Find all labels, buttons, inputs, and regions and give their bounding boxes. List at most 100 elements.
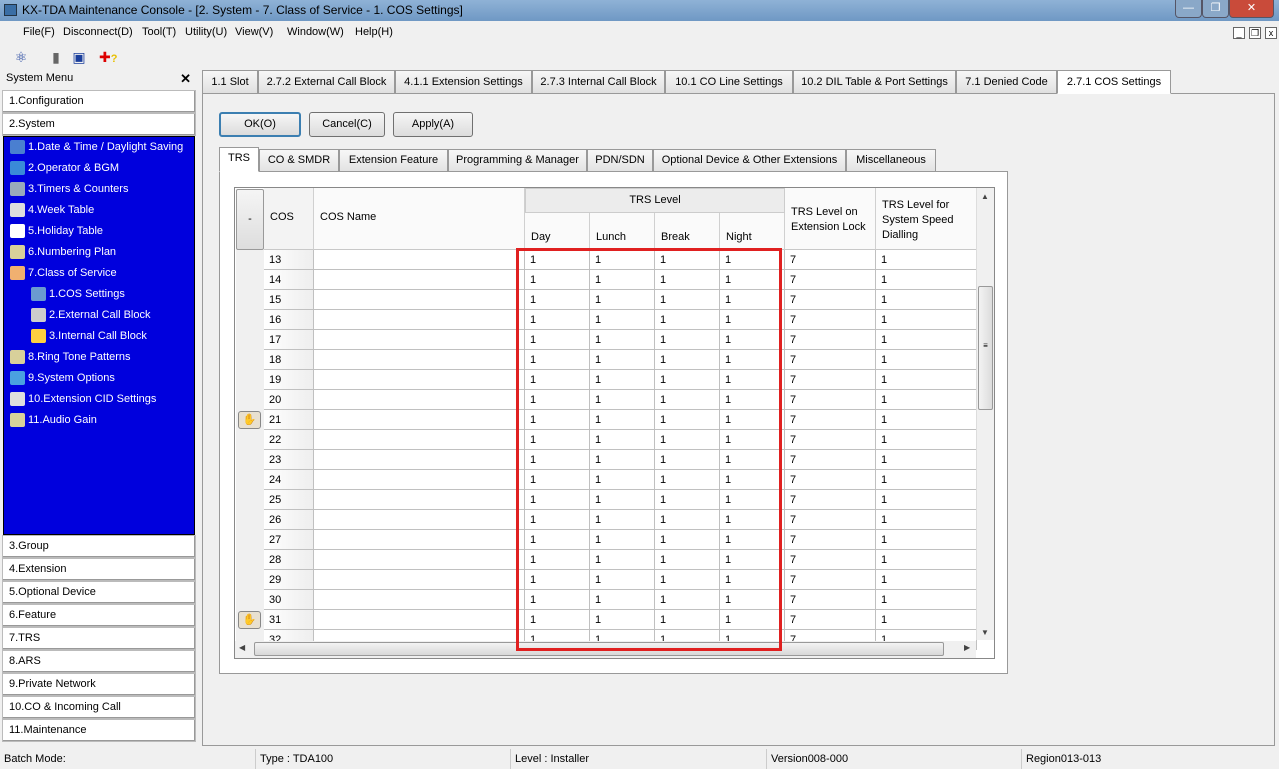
menu-file[interactable]: File(F) [23, 26, 55, 38]
menu-view[interactable]: View(V) [235, 26, 273, 38]
cell-speed[interactable]: 1 [876, 510, 977, 530]
cell-speed[interactable]: 1 [876, 250, 977, 270]
tab-optional-device-other-extensions[interactable]: Optional Device & Other Extensions [653, 149, 846, 172]
tab-co-smdr[interactable]: CO & SMDR [259, 149, 339, 172]
cell-name[interactable] [314, 450, 525, 470]
cell-lock[interactable]: 7 [785, 470, 876, 490]
tree-item-5-holiday-table[interactable]: 5.Holiday Table [10, 221, 103, 241]
tree-item-6-numbering-plan[interactable]: 6.Numbering Plan [10, 242, 116, 262]
sidebar-item-5-optional-device[interactable]: 5.Optional Device [2, 581, 196, 604]
tree-item-2-operator-bgm[interactable]: 2.Operator & BGM [10, 158, 119, 178]
tree-item-7-class-of-service[interactable]: 7.Class of Service [10, 263, 117, 283]
cell-name[interactable] [314, 410, 525, 430]
doc-tab-2-7-3-internal-call-block[interactable]: 2.7.3 Internal Call Block [532, 70, 665, 94]
cell-lock[interactable]: 7 [785, 530, 876, 550]
cell-lock[interactable]: 7 [785, 370, 876, 390]
apply-button[interactable]: Apply(A) [393, 112, 473, 137]
cell-speed[interactable]: 1 [876, 470, 977, 490]
cell-speed[interactable]: 1 [876, 310, 977, 330]
cell-name[interactable] [314, 610, 525, 630]
mdi-restore-button[interactable]: ❐ [1249, 27, 1261, 39]
tab-trs[interactable]: TRS [219, 147, 259, 172]
disconnect-icon[interactable]: ▮ [47, 48, 65, 66]
select-all-button[interactable]: - [236, 189, 264, 250]
sidebar-item-configuration[interactable]: 1.Configuration [2, 90, 196, 113]
vertical-scrollbar[interactable]: ▲ ≡ ▼ [976, 188, 994, 640]
cell-name[interactable] [314, 550, 525, 570]
sidebar-item-3-group[interactable]: 3.Group [2, 535, 196, 558]
doc-tab-4-1-1-extension-settings[interactable]: 4.1.1 Extension Settings [395, 70, 532, 94]
ok-button[interactable]: OK(O) [219, 112, 301, 137]
cell-lock[interactable]: 7 [785, 550, 876, 570]
cell-lock[interactable]: 7 [785, 590, 876, 610]
cell-name[interactable] [314, 330, 525, 350]
sidebar-item-8-ars[interactable]: 8.ARS [2, 650, 196, 673]
row-pointer-icon[interactable]: ✋ [238, 611, 261, 629]
cell-name[interactable] [314, 570, 525, 590]
cell-name[interactable] [314, 250, 525, 270]
help-icon[interactable]: ✚? [99, 48, 117, 66]
sidebar-item-11-maintenance[interactable]: 11.Maintenance [2, 719, 196, 742]
cell-lock[interactable]: 7 [785, 330, 876, 350]
tab-extension-feature[interactable]: Extension Feature [339, 149, 448, 172]
cell-speed[interactable]: 1 [876, 610, 977, 630]
tree-item-3-internal-call-block[interactable]: 3.Internal Call Block [31, 326, 147, 346]
cell-name[interactable] [314, 290, 525, 310]
menu-window[interactable]: Window(W) [287, 26, 344, 38]
monitor-icon[interactable]: ▣ [70, 48, 88, 66]
sidebar-item-9-private-network[interactable]: 9.Private Network [2, 673, 196, 696]
cell-lock[interactable]: 7 [785, 510, 876, 530]
cancel-button[interactable]: Cancel(C) [309, 112, 385, 137]
cell-speed[interactable]: 1 [876, 490, 977, 510]
cell-lock[interactable]: 7 [785, 350, 876, 370]
cell-lock[interactable]: 7 [785, 250, 876, 270]
sidebar-item-6-feature[interactable]: 6.Feature [2, 604, 196, 627]
tree-item-9-system-options[interactable]: 9.System Options [10, 368, 115, 388]
cell-lock[interactable]: 7 [785, 610, 876, 630]
cell-name[interactable] [314, 510, 525, 530]
cell-speed[interactable]: 1 [876, 330, 977, 350]
close-panel-icon[interactable]: ✕ [180, 69, 191, 88]
cell-lock[interactable]: 7 [785, 310, 876, 330]
cell-name[interactable] [314, 370, 525, 390]
cell-name[interactable] [314, 470, 525, 490]
mdi-close-button[interactable]: x [1265, 27, 1277, 39]
mdi-minimize-button[interactable]: _ [1233, 27, 1245, 39]
cell-lock[interactable]: 7 [785, 570, 876, 590]
menu-disconnect[interactable]: Disconnect(D) [63, 26, 133, 38]
tree-item-1-date-time-daylight-saving[interactable]: 1.Date & Time / Daylight Saving [10, 137, 183, 157]
cell-speed[interactable]: 1 [876, 590, 977, 610]
cell-speed[interactable]: 1 [876, 410, 977, 430]
connect-icon[interactable]: ⚛ [12, 48, 30, 66]
cell-speed[interactable]: 1 [876, 530, 977, 550]
menu-tool[interactable]: Tool(T) [142, 26, 176, 38]
doc-tab-7-1-denied-code[interactable]: 7.1 Denied Code [956, 70, 1057, 94]
doc-tab-2-7-2-external-call-block[interactable]: 2.7.2 External Call Block [258, 70, 395, 94]
sidebar-item-4-extension[interactable]: 4.Extension [2, 558, 196, 581]
cell-name[interactable] [314, 270, 525, 290]
tree-item-8-ring-tone-patterns[interactable]: 8.Ring Tone Patterns [10, 347, 131, 367]
cell-name[interactable] [314, 430, 525, 450]
vertical-scroll-thumb[interactable]: ≡ [978, 286, 993, 410]
doc-tab-2-7-1-cos-settings[interactable]: 2.7.1 COS Settings [1057, 70, 1171, 94]
tree-item-1-cos-settings[interactable]: 1.COS Settings [31, 284, 125, 304]
row-pointer-icon[interactable]: ✋ [238, 411, 261, 429]
cell-speed[interactable]: 1 [876, 270, 977, 290]
tab-pdn-sdn[interactable]: PDN/SDN [587, 149, 653, 172]
menu-help[interactable]: Help(H) [355, 26, 393, 38]
cell-name[interactable] [314, 490, 525, 510]
cell-speed[interactable]: 1 [876, 370, 977, 390]
cell-name[interactable] [314, 350, 525, 370]
menu-utility[interactable]: Utility(U) [185, 26, 227, 38]
cell-name[interactable] [314, 590, 525, 610]
doc-tab-10-2-dil-table-port-settings[interactable]: 10.2 DIL Table & Port Settings [793, 70, 956, 94]
cell-name[interactable] [314, 310, 525, 330]
cell-speed[interactable]: 1 [876, 390, 977, 410]
cell-lock[interactable]: 7 [785, 270, 876, 290]
cell-speed[interactable]: 1 [876, 550, 977, 570]
cell-speed[interactable]: 1 [876, 350, 977, 370]
cell-lock[interactable]: 7 [785, 450, 876, 470]
cell-name[interactable] [314, 390, 525, 410]
maximize-button[interactable]: ❐ [1202, 0, 1229, 18]
doc-tab-10-1-co-line-settings[interactable]: 10.1 CO Line Settings [665, 70, 793, 94]
